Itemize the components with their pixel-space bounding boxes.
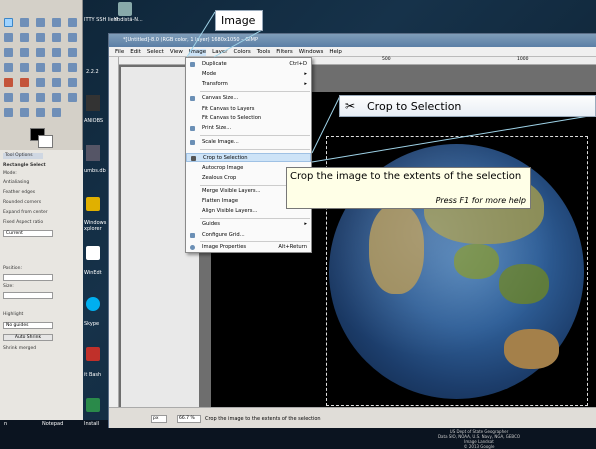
crop-callout-line (311, 95, 341, 154)
image-callout-line (186, 11, 216, 58)
callout-image-menu: Image (215, 10, 263, 31)
tooltip-help-hint: Press F1 for more help (435, 196, 526, 205)
crop-icon: ✂ (345, 99, 356, 113)
image-callout-line (213, 29, 263, 58)
crop-callout-line (311, 114, 596, 163)
callout-connector-lines (186, 11, 596, 163)
image-credit-text: US Dept of State Geographer Data SIO, NO… (437, 429, 521, 449)
tooltip-text: Crop the image to the extents of the sel… (290, 171, 522, 182)
callout-crop-to-selection: ✂ Crop to Selection (339, 95, 596, 117)
tooltip: Crop the image to the extents of the sel… (286, 167, 531, 209)
